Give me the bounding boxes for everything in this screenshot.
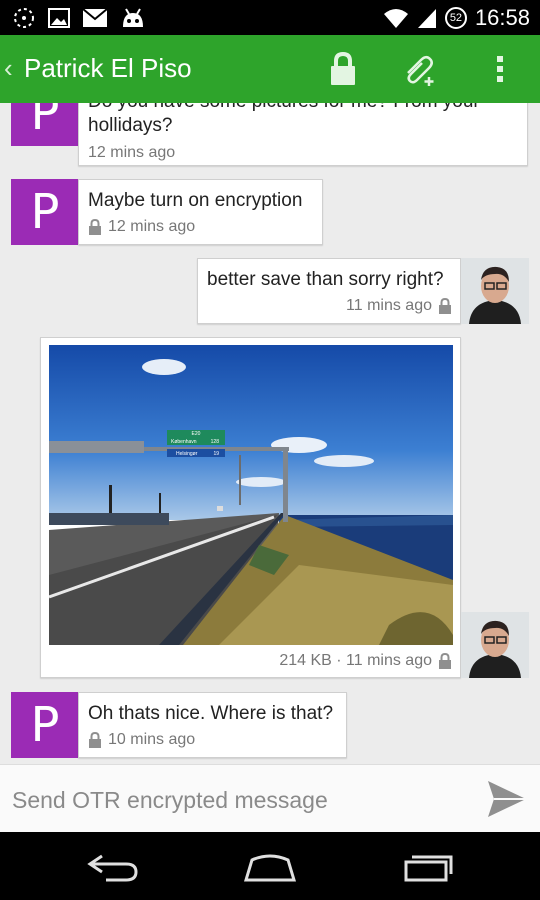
lock-icon: [89, 219, 101, 235]
outgoing-image-message[interactable]: E20 København 128 Helsingør 19 214 KB · …: [40, 337, 461, 678]
conversation-list[interactable]: P Do you have some pictures for me? From…: [0, 103, 540, 764]
message-meta: 10 mins ago: [88, 731, 195, 749]
recent-apps-icon[interactable]: [400, 850, 456, 884]
lock-icon: [439, 653, 451, 669]
send-icon[interactable]: [486, 779, 528, 819]
contact-avatar[interactable]: P: [11, 179, 79, 245]
message-meta: 12 mins ago: [88, 218, 195, 236]
photo-highway-by-sea[interactable]: E20 København 128 Helsingør 19: [49, 345, 453, 645]
contact-avatar[interactable]: P: [11, 692, 79, 758]
home-icon[interactable]: [242, 850, 298, 884]
incoming-message[interactable]: Oh thats nice. Where is that? 10 mins ag…: [78, 692, 347, 758]
message-time: 10 mins ago: [108, 731, 196, 748]
message-meta: 12 mins ago: [88, 144, 175, 162]
signal-icon: [417, 9, 436, 28]
android-icon: [123, 8, 143, 27]
message-text: better save than sorry right?: [207, 269, 444, 290]
incoming-message[interactable]: Do you have some pictures for me? From y…: [78, 103, 528, 166]
message-text: Oh thats nice. Where is that?: [88, 703, 334, 724]
message-time: 12 mins ago: [108, 218, 196, 235]
overflow-menu-icon[interactable]: [482, 51, 518, 87]
message-size-time: 214 KB · 11 mins ago: [279, 652, 432, 669]
message-text: Do you have some pictures for me? From y…: [88, 103, 480, 136]
self-avatar[interactable]: [461, 612, 529, 678]
dashed-circle-icon: [14, 8, 34, 28]
outgoing-message[interactable]: better save than sorry right? 11 mins ag…: [197, 258, 461, 324]
gmail-icon: [82, 8, 108, 27]
message-time: 12 mins ago: [88, 144, 176, 161]
lock-icon: [89, 732, 101, 748]
message-time: 11 mins ago: [346, 297, 432, 314]
action-bar: ‹ Patrick El Piso: [0, 35, 540, 103]
sign-distance-1: 128: [211, 439, 220, 445]
message-meta: 11 mins ago: [346, 297, 452, 315]
compose-bar: [0, 764, 540, 833]
status-bar: 52 16:58: [0, 0, 540, 35]
contact-name[interactable]: Patrick El Piso: [24, 53, 192, 84]
sign-destination-2: Helsingør: [176, 451, 198, 457]
battery-icon: 52: [444, 7, 467, 29]
lock-icon[interactable]: [325, 51, 361, 87]
navigation-bar: [0, 832, 540, 900]
sign-distance-2: 19: [213, 451, 219, 457]
incoming-message[interactable]: Maybe turn on encryption 12 mins ago: [78, 179, 323, 245]
sign-road-number: E20: [192, 431, 201, 437]
attach-icon[interactable]: [402, 51, 438, 87]
lock-icon: [439, 298, 451, 314]
sign-destination-1: København: [171, 439, 197, 445]
message-text: Maybe turn on encryption: [88, 190, 303, 211]
contact-avatar[interactable]: P: [11, 103, 79, 146]
message-meta: 214 KB · 11 mins ago: [279, 652, 452, 670]
chevron-left-icon[interactable]: ‹: [4, 53, 13, 84]
back-icon[interactable]: [86, 850, 142, 884]
image-icon: [48, 8, 70, 28]
self-avatar[interactable]: [461, 258, 529, 324]
clock: 16:58: [474, 5, 530, 30]
message-input[interactable]: [10, 779, 474, 821]
wifi-icon: [383, 9, 408, 28]
